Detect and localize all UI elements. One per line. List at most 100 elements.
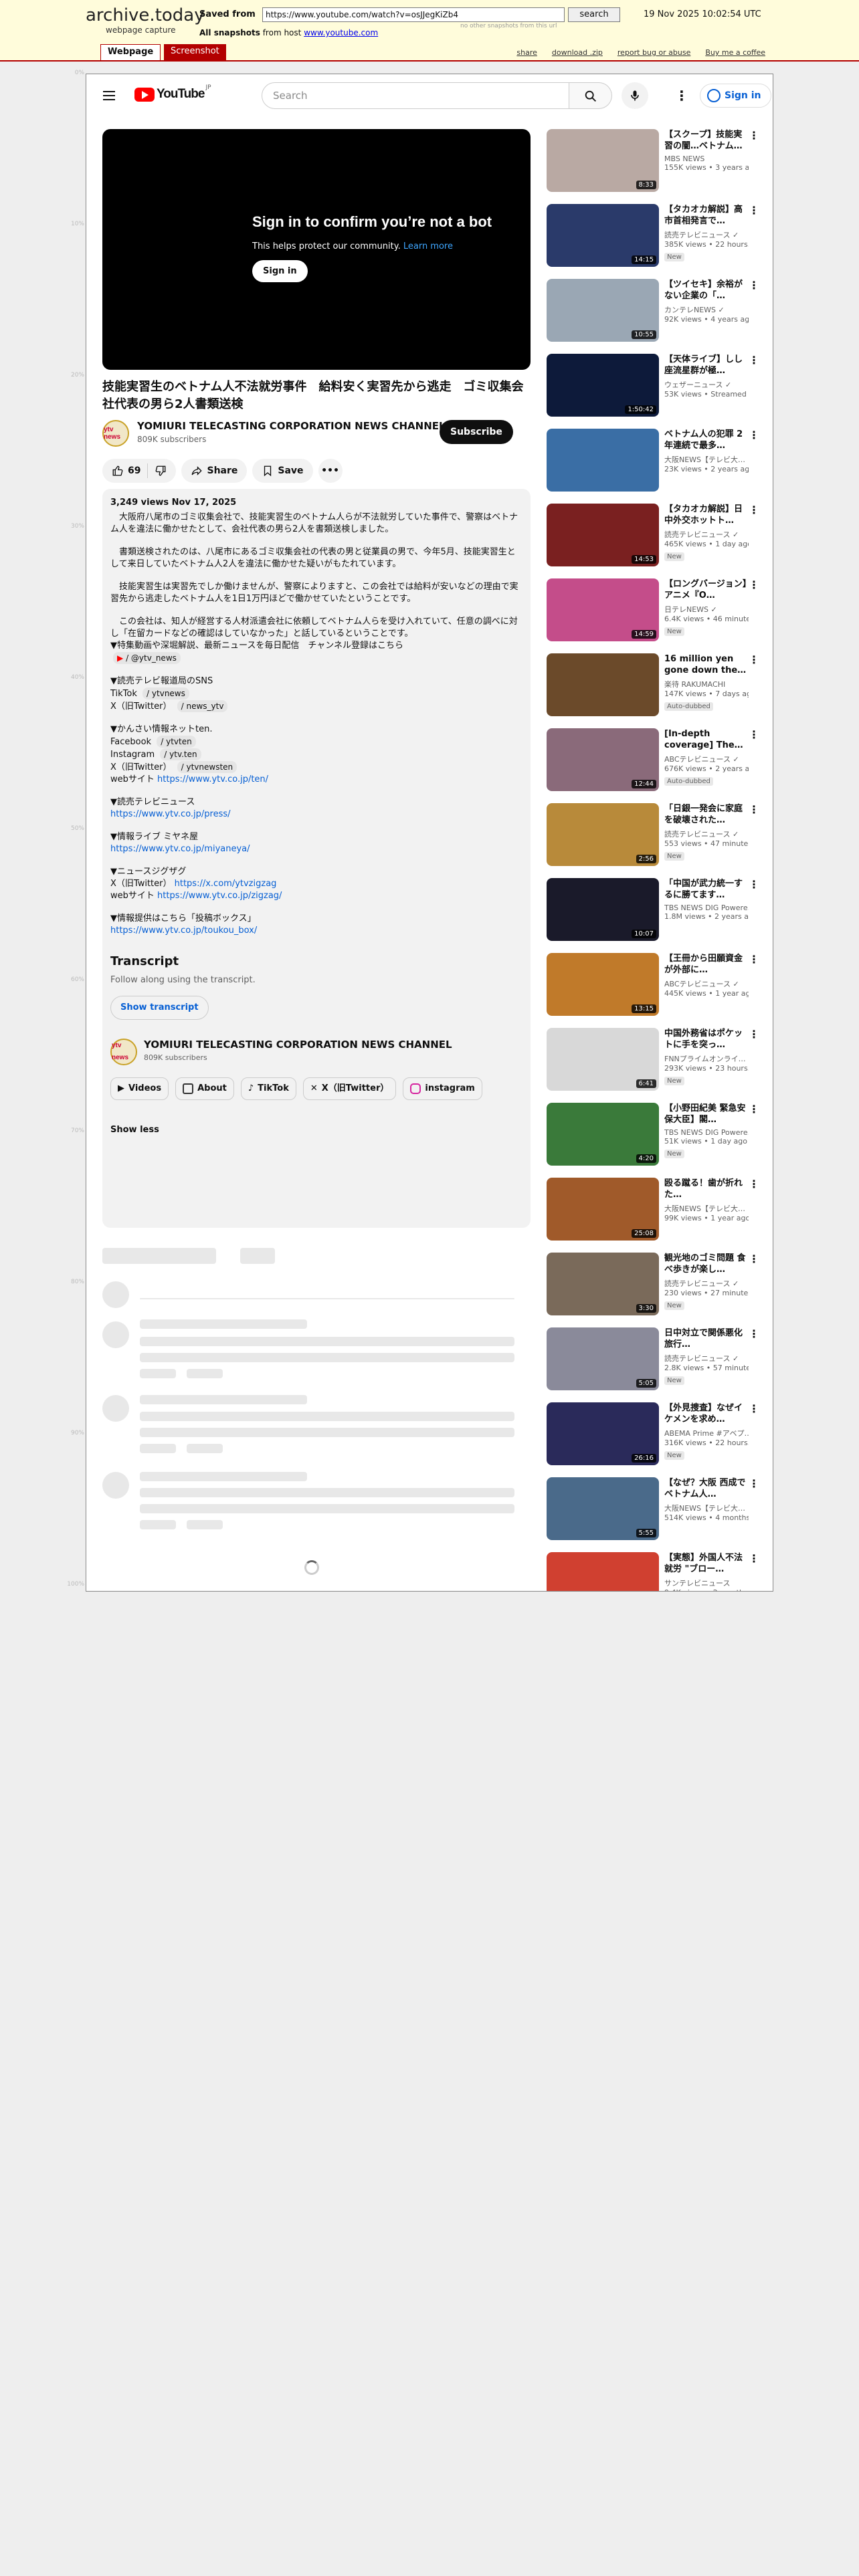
video-title[interactable]: 中国外務省はポケットに手を突っ… bbox=[664, 1028, 749, 1051]
more-options-icon[interactable]: ⋮ bbox=[749, 204, 759, 217]
report-bug-link[interactable]: report bug or abuse bbox=[617, 48, 690, 57]
videos-chip[interactable]: ▶ Videos bbox=[110, 1077, 169, 1100]
about-chip[interactable]: About bbox=[175, 1077, 234, 1100]
video-title[interactable]: 【天体ライブ】しし座流星群が極… bbox=[664, 354, 749, 377]
video-title[interactable]: 【タカオカ解説】日中外交ホットト… bbox=[664, 504, 749, 526]
video-thumbnail[interactable]: 14:53 bbox=[547, 504, 659, 566]
host-link[interactable]: www.youtube.com bbox=[304, 28, 378, 37]
more-options-icon[interactable]: ⋮ bbox=[749, 1103, 759, 1115]
video-title[interactable]: 日中対立で関係悪化 旅行… bbox=[664, 1327, 749, 1350]
related-video[interactable]: 26:16 【外見捜査】なぜイケメンを求め… ABEMA Prime #アベプ… 31… bbox=[547, 1402, 761, 1477]
channel-name[interactable]: 読売テレビニュース ✓ bbox=[664, 1353, 749, 1364]
x-handle-2[interactable]: / ytvnewsten bbox=[177, 761, 237, 773]
more-options-icon[interactable]: ⋮ bbox=[749, 953, 759, 966]
ten-url-link[interactable]: https://www.ytv.co.jp/ten/ bbox=[157, 774, 268, 784]
video-thumbnail[interactable] bbox=[547, 653, 659, 716]
search-input[interactable]: Search bbox=[262, 82, 569, 109]
channel-name[interactable]: TBS NEWS DIG Powere… bbox=[664, 1128, 749, 1137]
video-thumbnail[interactable] bbox=[547, 429, 659, 492]
video-title[interactable]: 観光地のゴミ問題 食べ歩きが楽し… bbox=[664, 1253, 749, 1275]
x-handle-1[interactable]: / news_ytv bbox=[177, 700, 228, 712]
channel-name[interactable]: 大阪NEWS【テレビ大… bbox=[664, 1503, 749, 1513]
video-thumbnail[interactable]: 3:30 bbox=[547, 1253, 659, 1315]
channel-name[interactable]: 楽待 RAKUMACHI bbox=[664, 679, 749, 689]
more-options-icon[interactable]: ⋮ bbox=[749, 504, 759, 516]
related-video[interactable]: 2:56 「日銀一発会に家庭を破壊された… 読売テレビニュース ✓ 553 views… bbox=[547, 803, 761, 878]
save-button[interactable]: Save bbox=[252, 459, 313, 483]
channel-name[interactable]: 大阪NEWS【テレビ大… bbox=[664, 1203, 749, 1214]
more-options-icon[interactable]: ⋮ bbox=[749, 878, 759, 891]
video-thumbnail[interactable]: 1:50:42 bbox=[547, 354, 659, 417]
channel-name[interactable]: カンテレNEWS ✓ bbox=[664, 304, 749, 315]
more-options-icon[interactable]: ⋮ bbox=[749, 1253, 759, 1265]
youtube-logo[interactable]: YouTube JP bbox=[134, 84, 211, 102]
related-video[interactable]: 14:59 【ロングバージョン】アニメ『O… 日テレNEWS ✓ 6.4K views… bbox=[547, 578, 761, 653]
video-title[interactable]: 【なぜ？大阪 西成でベトナム人… bbox=[664, 1477, 749, 1500]
video-title[interactable]: 【実態】外国人不法就労 "ブロー… bbox=[664, 1552, 749, 1575]
video-thumbnail[interactable]: 14:59 bbox=[547, 578, 659, 641]
tab-webpage[interactable]: Webpage bbox=[100, 44, 161, 60]
more-options-icon[interactable]: ⋮ bbox=[749, 803, 759, 816]
channel-name[interactable]: サンテレビニュース bbox=[664, 1578, 749, 1588]
archive-search-button[interactable]: search bbox=[568, 7, 620, 22]
video-thumbnail[interactable]: 8:33 bbox=[547, 129, 659, 192]
related-video[interactable]: 8:33 【スクープ】技能実習の闇…ベトナム… MBS NEWS 155K views… bbox=[547, 129, 761, 204]
press-url-link[interactable]: https://www.ytv.co.jp/press/ bbox=[110, 809, 522, 821]
channel-name[interactable]: MBS NEWS bbox=[664, 154, 749, 163]
learn-more-link[interactable]: Learn more bbox=[403, 241, 453, 251]
channel-name[interactable]: 読売テレビニュース ✓ bbox=[664, 829, 749, 839]
more-options-icon[interactable]: ⋮ bbox=[749, 1327, 759, 1340]
video-thumbnail[interactable]: 2:56 bbox=[547, 803, 659, 866]
instagram-handle[interactable]: / ytv.ten bbox=[160, 748, 201, 760]
related-video[interactable]: ベトナム人の犯罪 2年連続で最多… 大阪NEWS【テレビ大… 23K views •… bbox=[547, 429, 761, 504]
settings-more-icon[interactable]: ⋮ bbox=[675, 88, 688, 104]
more-options-icon[interactable]: ⋮ bbox=[749, 354, 759, 366]
show-transcript-button[interactable]: Show transcript bbox=[110, 996, 209, 1020]
download-zip-link[interactable]: download .zip bbox=[552, 48, 603, 57]
tab-screenshot[interactable]: Screenshot bbox=[164, 44, 226, 60]
footer-channel-avatar[interactable]: ytv news bbox=[110, 1039, 137, 1065]
more-options-icon[interactable]: ⋮ bbox=[749, 653, 759, 666]
channel-name[interactable]: 日テレNEWS ✓ bbox=[664, 604, 749, 615]
channel-name[interactable]: ABCテレビニュース ✓ bbox=[664, 754, 749, 764]
video-title[interactable]: 16 million yen gone down the… bbox=[664, 653, 749, 676]
more-options-icon[interactable]: ⋮ bbox=[749, 1402, 759, 1415]
share-link[interactable]: share bbox=[516, 48, 537, 57]
related-video[interactable]: 6:41 中国外務省はポケットに手を突っ… FNNプライムオンライ… 293K vie… bbox=[547, 1028, 761, 1103]
more-options-icon[interactable]: ⋮ bbox=[749, 1178, 759, 1190]
all-snapshots-label[interactable]: All snapshots bbox=[199, 28, 260, 37]
video-title[interactable]: 「日銀一発会に家庭を破壊された… bbox=[664, 803, 749, 826]
video-thumbnail[interactable]: 12:44 bbox=[547, 728, 659, 791]
more-options-icon[interactable]: ⋮ bbox=[749, 279, 759, 292]
channel-name[interactable]: 読売テレビニュース ✓ bbox=[664, 229, 749, 240]
show-less-button[interactable]: Show less bbox=[110, 1124, 522, 1136]
video-player[interactable]: Sign in to confirm you’re not a bot This… bbox=[102, 129, 531, 370]
video-title[interactable]: 【小野田紀美 緊急安保大臣】閣… bbox=[664, 1103, 749, 1125]
like-button[interactable]: 69 bbox=[112, 465, 140, 477]
video-title[interactable]: 【タカオカ解説】高市首相発言で… bbox=[664, 204, 749, 227]
related-video[interactable]: 5:55 【なぜ？大阪 西成でベトナム人… 大阪NEWS【テレビ大… 514K vie… bbox=[547, 1477, 761, 1552]
video-thumbnail[interactable]: 5:55 bbox=[547, 1477, 659, 1540]
video-thumbnail[interactable]: 10:07 bbox=[547, 878, 659, 941]
tiktok-chip[interactable]: ♪ TikTok bbox=[240, 1077, 296, 1100]
facebook-handle[interactable]: / ytvten bbox=[157, 736, 196, 748]
related-video[interactable]: 25:08 殴る蹴る！歯が折れた… 大阪NEWS【テレビ大… 99K views • … bbox=[547, 1178, 761, 1253]
more-options-icon[interactable]: ⋮ bbox=[749, 429, 759, 441]
related-video[interactable]: 14:53 【タカオカ解説】日中外交ホットト… 読売テレビニュース ✓ 465K vi… bbox=[547, 504, 761, 578]
video-title[interactable]: 「中国が武力統一するに勝てます… bbox=[664, 878, 749, 901]
more-options-icon[interactable]: ⋮ bbox=[749, 1477, 759, 1490]
channel-name[interactable]: FNNプライムオンライ… bbox=[664, 1053, 749, 1064]
zigzag-web-link[interactable]: https://www.ytv.co.jp/zigzag/ bbox=[157, 891, 282, 901]
video-thumbnail[interactable]: 6:41 bbox=[547, 1028, 659, 1091]
related-video[interactable]: 5:05 日中対立で関係悪化 旅行… 読売テレビニュース ✓ 2.8K views •… bbox=[547, 1327, 761, 1402]
instagram-chip[interactable]: instagram bbox=[403, 1077, 482, 1100]
channel-name[interactable]: ABCテレビニュース ✓ bbox=[664, 978, 749, 989]
channel-name[interactable]: 読売テレビニュース ✓ bbox=[664, 529, 749, 540]
channel-name[interactable]: ウェザーニュース ✓ bbox=[664, 379, 749, 390]
related-video[interactable]: 3:30 観光地のゴミ問題 食べ歩きが楽し… 読売テレビニュース ✓ 230 view… bbox=[547, 1253, 761, 1327]
footer-channel-name[interactable]: YOMIURI TELECASTING CORPORATION NEWS CHA… bbox=[144, 1039, 452, 1051]
video-thumbnail[interactable]: 5:05 bbox=[547, 1327, 659, 1390]
channel-name[interactable]: YOMIURI TELECASTING CORPORATION NEWS CHA… bbox=[137, 420, 455, 432]
channel-name[interactable]: TBS NEWS DIG Powere… bbox=[664, 903, 749, 912]
video-thumbnail[interactable]: 26:16 bbox=[547, 1402, 659, 1465]
